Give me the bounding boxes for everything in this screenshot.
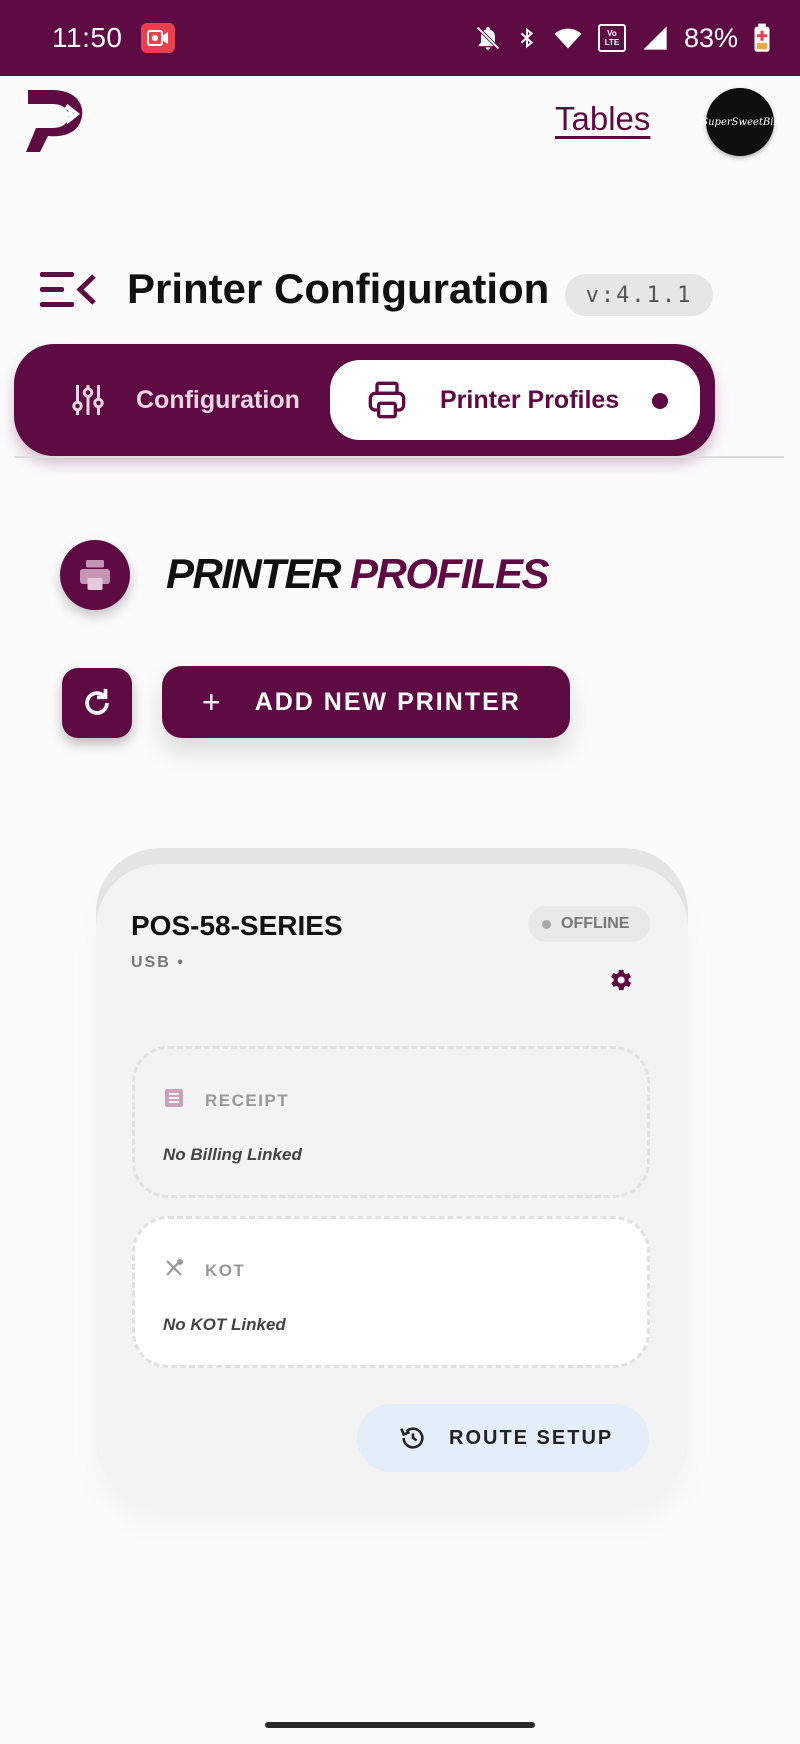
tab-bar: Configuration Printer Profiles — [14, 344, 715, 456]
avatar[interactable]: SuperSweetBiz — [701, 88, 779, 156]
status-bar: 11:50 Vo LTE 83% — [0, 0, 800, 76]
history-icon — [400, 1427, 424, 1449]
printer-section-icon — [60, 540, 130, 610]
kot-link-box[interactable]: KOT No KOT Linked — [132, 1216, 650, 1368]
receipt-link-box[interactable]: RECEIPT No Billing Linked — [132, 1046, 650, 1198]
sliders-icon — [72, 385, 104, 415]
tables-link[interactable]: Tables — [555, 100, 650, 138]
receipt-icon — [163, 1087, 185, 1109]
home-indicator[interactable] — [265, 1722, 535, 1728]
utensils-icon — [163, 1257, 185, 1279]
receipt-value: No Billing Linked — [163, 1145, 302, 1164]
collapse-menu-icon[interactable] — [40, 270, 98, 310]
battery-saver-icon — [754, 23, 770, 52]
section-title-part1: PRINTER — [166, 550, 341, 597]
section-title: PRINTER PROFILES — [166, 550, 550, 598]
printer-icon — [368, 381, 406, 419]
bluetooth-icon — [520, 27, 534, 49]
gear-icon[interactable] — [606, 966, 634, 994]
battery-percent: 83% — [683, 22, 738, 53]
avatar-text: SuperSweetBiz — [701, 116, 779, 128]
printer-connection: USB • — [131, 954, 185, 971]
plus-icon: + — [202, 683, 223, 720]
tab-configuration[interactable]: Configuration — [70, 380, 300, 420]
status-time: 11:50 — [52, 22, 123, 53]
active-tab-indicator — [652, 393, 668, 409]
app-logo[interactable] — [22, 84, 88, 154]
tab-configuration-label: Configuration — [136, 385, 300, 414]
status-text: OFFLINE — [561, 915, 630, 932]
kot-value: No KOT Linked — [163, 1315, 286, 1334]
divider — [14, 456, 784, 458]
version-badge: v:4.1.1 — [565, 274, 713, 316]
tab-printer-profiles[interactable]: Printer Profiles — [330, 360, 700, 440]
notifications-off-icon — [476, 26, 500, 50]
volte-icon: Vo LTE — [597, 24, 626, 52]
refresh-button[interactable] — [62, 668, 132, 738]
kot-label: KOT — [205, 1261, 246, 1280]
refresh-icon — [85, 688, 109, 715]
printer-card: POS-58-SERIES USB • OFFLINE RECEIPT No B… — [96, 864, 688, 1506]
status-dot — [542, 919, 551, 929]
add-new-printer-button[interactable]: + ADD NEW PRINTER — [162, 666, 570, 738]
route-setup-button[interactable]: ROUTE SETUP — [357, 1404, 649, 1472]
signal-icon — [643, 26, 667, 50]
screen-record-icon — [140, 23, 175, 53]
wifi-icon — [554, 28, 582, 49]
tab-printer-profiles-label: Printer Profiles — [440, 385, 620, 414]
route-setup-label: ROUTE SETUP — [449, 1426, 614, 1449]
receipt-label: RECEIPT — [205, 1091, 290, 1110]
printer-name: POS-58-SERIES — [131, 910, 343, 941]
page-title: Printer Configuration — [127, 265, 550, 312]
volte-label: Vo LTE — [604, 29, 620, 47]
status-badge: OFFLINE — [528, 906, 650, 942]
add-new-printer-label: ADD NEW PRINTER — [254, 687, 521, 716]
section-title-part2: PROFILES — [350, 550, 550, 597]
